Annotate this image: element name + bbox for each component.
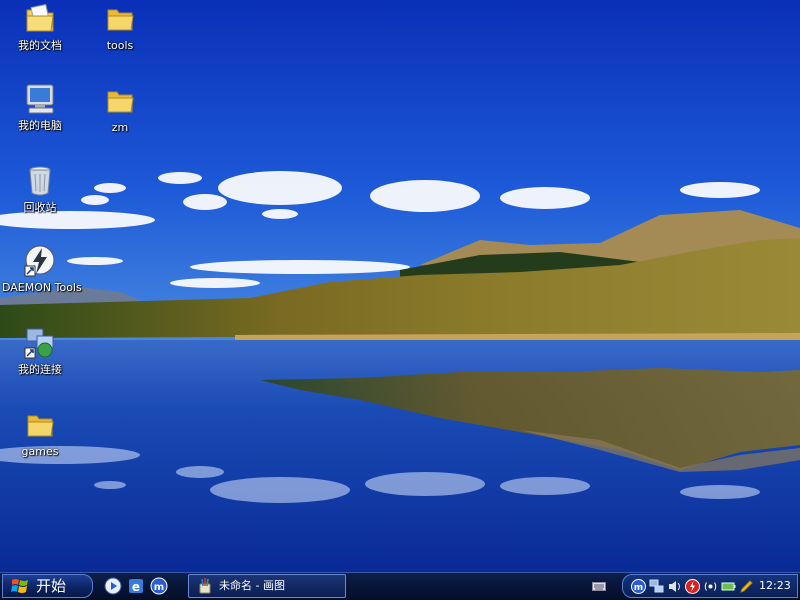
paint-icon <box>199 578 211 594</box>
folder-icon <box>107 9 134 31</box>
desktop-icon-games[interactable]: games <box>2 408 78 458</box>
svg-text:m: m <box>634 583 643 593</box>
desktop-icon-zm[interactable]: zm <box>82 84 158 134</box>
desktop-icon-label: DAEMON Tools <box>2 281 82 294</box>
start-button[interactable]: 开始 <box>2 574 93 598</box>
desktop-icon-label: tools <box>106 39 134 52</box>
start-label: 开始 <box>36 577 67 595</box>
desktop-icon-label: games <box>21 445 59 458</box>
daemon-tools-icon <box>24 245 55 277</box>
antivirus-tray-icon[interactable] <box>685 579 700 594</box>
wireless-tray-icon[interactable] <box>703 579 718 594</box>
media-player-icon[interactable] <box>104 577 122 595</box>
pencil-tray-icon[interactable] <box>739 579 754 594</box>
desktop-icon-my-computer[interactable]: 我的电脑 <box>2 82 78 132</box>
maxthon-tray-icon[interactable]: m <box>631 579 646 594</box>
desktop-icon-network-connections[interactable]: 我的连接 <box>2 326 78 376</box>
taskbar-item-paint[interactable]: 未命名 - 画图 <box>188 574 346 598</box>
desktop-icon-label: 回收站 <box>23 201 57 214</box>
desktop-icon-my-documents[interactable]: 我的文档 <box>2 2 78 52</box>
taskbar: 开始 e m 未命名 - 画图 m 12:23 <box>0 572 800 600</box>
volume-tray-icon[interactable] <box>667 579 682 594</box>
network-connections-icon <box>24 328 54 359</box>
keyboard-icon[interactable] <box>592 580 606 592</box>
desktop[interactable]: 我的文档 tools 我的电脑 zm 回收站 DAEMON Tools 我的连接… <box>0 0 800 572</box>
desktop-icon-daemon-tools[interactable]: DAEMON Tools <box>2 244 82 294</box>
recycle-bin-icon <box>29 166 51 196</box>
svg-text:m: m <box>154 582 164 593</box>
my-documents-icon <box>26 3 54 32</box>
desktop-icon-label: zm <box>111 121 129 134</box>
desktop-icon-label: 我的文档 <box>18 39 62 52</box>
desktop-icon-label: 我的电脑 <box>18 119 62 132</box>
windows-logo-icon <box>11 579 28 593</box>
taskbar-item-label: 未命名 - 画图 <box>219 579 285 592</box>
network-tray-icon[interactable] <box>649 579 664 594</box>
svg-text:e: e <box>132 580 140 594</box>
system-tray: m 12:23 <box>622 574 798 598</box>
folder-icon <box>107 91 134 113</box>
clock[interactable]: 12:23 <box>759 579 791 593</box>
battery-tray-icon[interactable] <box>721 579 736 594</box>
desktop-icon-recycle-bin[interactable]: 回收站 <box>2 164 78 214</box>
my-computer-icon <box>26 84 54 114</box>
desktop-icon-tools[interactable]: tools <box>82 2 158 52</box>
maxthon-browser-icon[interactable]: m <box>150 577 168 595</box>
ie-browser-icon[interactable]: e <box>127 577 145 595</box>
desktop-icon-label: 我的连接 <box>18 363 62 376</box>
folder-icon <box>27 415 54 437</box>
